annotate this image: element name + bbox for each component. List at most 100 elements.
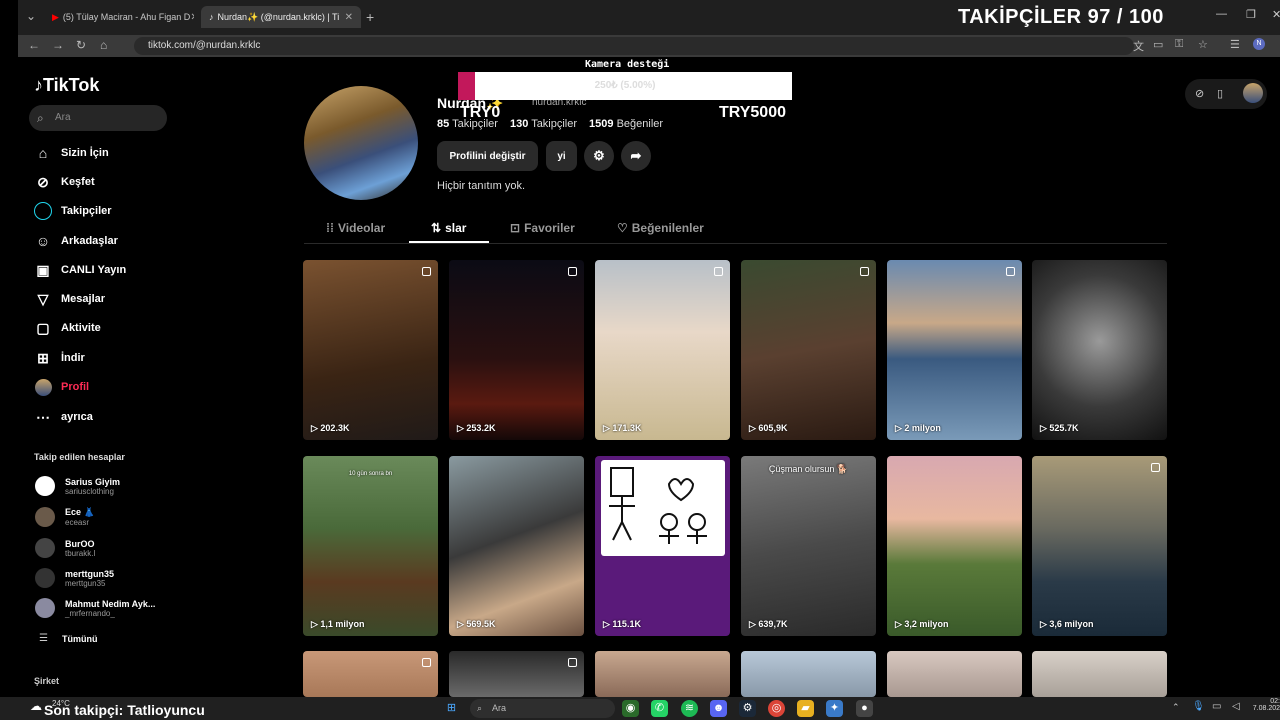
microphone-icon[interactable]: 🎙	[1192, 701, 1205, 712]
video-card[interactable]	[887, 651, 1022, 697]
sidebar-item-live[interactable]: ▣ CANLI Yayın	[34, 261, 126, 279]
video-card[interactable]: ▷ 253.2K	[449, 260, 584, 440]
video-views: ▷ 171.3K	[603, 423, 642, 433]
download-icon: ⊞	[37, 349, 49, 366]
volume-icon[interactable]: ◁	[1232, 701, 1240, 712]
settings-gear-icon[interactable]: ⚙	[584, 141, 614, 171]
edit-profile-button[interactable]: Profilini değiştir	[437, 141, 538, 171]
video-card[interactable]	[449, 651, 584, 697]
account-username: tburakk.l	[65, 548, 96, 558]
spotify-icon[interactable]: ≋	[681, 700, 698, 717]
followed-account-item[interactable]: Ece 👗 eceasr	[35, 507, 95, 527]
browser-tab-tiktok[interactable]: ♪ Nurdan✨ (@nurdan.krklc) | Ti ✕	[201, 6, 361, 28]
followers-stat[interactable]: 130 Takipçiler	[510, 118, 577, 130]
followed-account-item[interactable]: merttgun35 merttgun35	[35, 568, 114, 588]
avatar[interactable]	[1243, 83, 1263, 103]
menu-list-icon[interactable]: ☰	[1230, 38, 1240, 51]
back-icon[interactable]: ←	[28, 38, 40, 52]
video-card[interactable]: ▷ 569.5K	[449, 456, 584, 636]
minimize-icon[interactable]: —	[1216, 8, 1227, 20]
obs-icon[interactable]: ●	[856, 700, 873, 717]
followed-account-item[interactable]: Mahmut Nedim Ayk... _mrfernando_	[35, 598, 155, 618]
forward-icon[interactable]: →	[52, 38, 64, 52]
profile-avatar-icon[interactable]: N	[1253, 38, 1265, 50]
file-explorer-icon[interactable]: ▰	[797, 700, 814, 717]
cast-icon[interactable]: ▭	[1153, 38, 1163, 51]
video-card[interactable]	[303, 651, 438, 697]
sidebar-item-activity[interactable]: ▢ Aktivite	[34, 319, 100, 337]
taskbar-search-input[interactable]: ⌕ Ara	[470, 699, 615, 718]
see-all-button[interactable]: ☰ Tümünü	[35, 633, 97, 644]
key-icon[interactable]: ⚿	[1175, 38, 1183, 51]
share-icon[interactable]: ➦	[621, 141, 651, 171]
tiktok-icon: ♪	[209, 12, 214, 22]
views-count: 1,1 milyon	[320, 619, 365, 629]
reload-icon[interactable]: ↻	[76, 38, 86, 52]
video-views: ▷ 2 milyon	[895, 423, 941, 433]
chevron-up-icon[interactable]: ⌃	[1172, 702, 1180, 713]
video-card[interactable]: ▷ 115.1K	[595, 456, 730, 636]
company-section[interactable]: Şirket	[34, 676, 59, 686]
avatar	[35, 507, 55, 527]
video-card[interactable]: ▷ 2 milyon	[887, 260, 1022, 440]
compass-icon[interactable]: ⊘	[1195, 87, 1204, 100]
network-icon[interactable]: ▭	[1212, 701, 1221, 712]
chrome-icon[interactable]: ◉	[622, 700, 639, 717]
tab-label: Favoriler	[524, 221, 575, 235]
video-card[interactable]: ▷ 605,9K	[741, 260, 876, 440]
video-card[interactable]	[595, 651, 730, 697]
windows-start-icon[interactable]: ⊞	[443, 700, 460, 717]
tiktok-logo[interactable]: ♪TikTok	[34, 75, 99, 96]
clock[interactable]: 02: 7.08.202	[1252, 698, 1280, 712]
video-card[interactable]: ▷ 3,6 milyon	[1032, 456, 1167, 636]
avatar	[35, 538, 55, 558]
sidebar-item-profile[interactable]: Profil	[34, 378, 89, 396]
account-name: Sarius Giyim	[65, 476, 121, 487]
new-tab-icon[interactable]: +	[366, 9, 374, 25]
close-icon[interactable]: ✕	[345, 12, 353, 23]
app-icon[interactable]: ✦	[826, 700, 843, 717]
translate-icon[interactable]: 文	[1133, 38, 1144, 54]
tab-label: Beğenilenler	[631, 221, 704, 235]
close-icon[interactable]: ✕	[190, 12, 194, 23]
maximize-icon[interactable]: ❐	[1246, 8, 1256, 21]
phone-icon[interactable]: ▯	[1217, 87, 1223, 100]
video-card[interactable]: ▷ 171.3K	[595, 260, 730, 440]
video-card[interactable]: 10 gün sonra bn ▷ 1,1 milyon	[303, 456, 438, 636]
account-username: sariusclothing	[65, 486, 114, 496]
followed-account-item[interactable]: BurOO tburakk.l	[35, 538, 95, 558]
more-icon: ⋯	[36, 408, 50, 425]
video-card[interactable]	[1032, 651, 1167, 697]
video-card[interactable]: Çüşman olursun 🐕 ▷ 639,7K	[741, 456, 876, 636]
tab-reposts[interactable]: ⇅ slar	[431, 221, 466, 235]
profile-avatar[interactable]	[304, 86, 418, 200]
sidebar-item-following[interactable]: Takipçiler	[34, 202, 112, 220]
video-card[interactable]: ▷ 202.3K	[303, 260, 438, 440]
steam-icon[interactable]: ⚙	[739, 700, 756, 717]
tab-videos[interactable]: ⁞⁞ Videolar	[326, 221, 385, 235]
discord-icon[interactable]: ☻	[710, 700, 727, 717]
sidebar-item-explore[interactable]: ⊘ Keşfet	[34, 173, 95, 191]
video-card[interactable]: ▷ 3,2 milyon	[887, 456, 1022, 636]
tab-search-icon[interactable]: ⌄	[26, 9, 36, 23]
whatsapp-icon[interactable]: ✆	[651, 700, 668, 717]
browser-icon[interactable]: ◎	[768, 700, 785, 717]
sidebar-item-messages[interactable]: ▽ Mesajlar	[34, 290, 105, 308]
tab-liked[interactable]: ♡ Beğenilenler	[617, 221, 704, 235]
tab-favorites[interactable]: ⊡ Favoriler	[510, 221, 575, 235]
video-card[interactable]: ▷ 525.7K	[1032, 260, 1167, 440]
star-icon[interactable]: ☆	[1198, 38, 1208, 51]
sidebar-item-download[interactable]: ⊞ İndir	[34, 349, 85, 367]
home-icon[interactable]: ⌂	[100, 38, 107, 52]
followed-account-item[interactable]: Sarius Giyim sariusclothing	[35, 476, 120, 496]
video-card[interactable]	[741, 651, 876, 697]
browser-tab-youtube[interactable]: ▶ (5) Tülay Maciran - Ahu Figan D ✕	[44, 6, 194, 28]
url-input[interactable]: tiktok.com/@nurdan.krklc	[134, 37, 1134, 55]
close-window-icon[interactable]: ✕	[1272, 8, 1280, 21]
promote-button[interactable]: yi	[546, 141, 577, 171]
search-input[interactable]: ⌕ Ara	[29, 105, 167, 131]
divider	[304, 243, 1167, 244]
sidebar-item-more[interactable]: ⋯ ayrıca	[34, 408, 93, 426]
sidebar-item-for-you[interactable]: ⌂ Sizin İçin	[34, 144, 109, 162]
sidebar-item-friends[interactable]: ☺ Arkadaşlar	[34, 232, 118, 250]
